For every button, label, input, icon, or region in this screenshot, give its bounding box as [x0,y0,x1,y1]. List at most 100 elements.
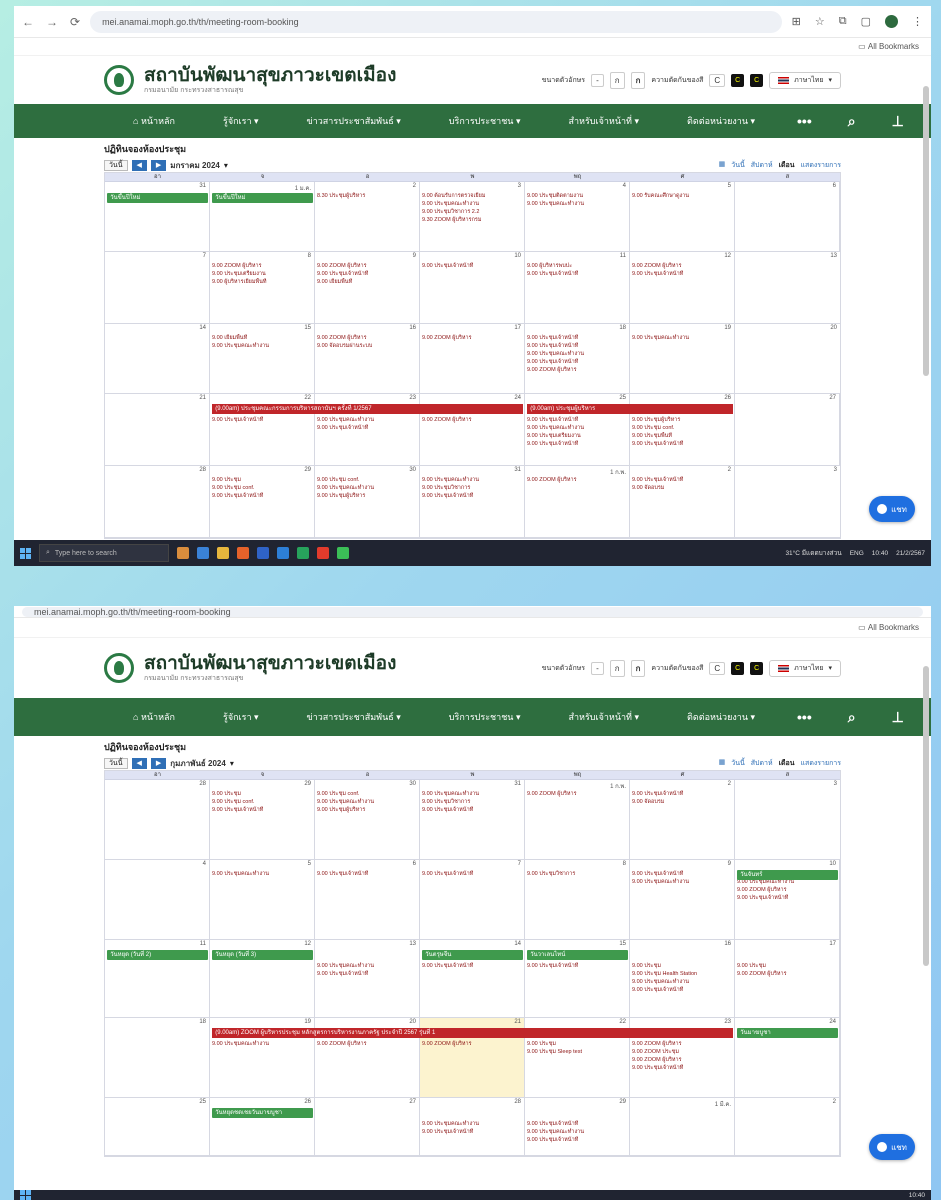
event-entry[interactable]: 9.00 ประชุม [212,790,312,798]
event-entry[interactable]: 9.00 ผู้บริหารพบปะ [527,262,627,270]
day-cell[interactable]: 5 9.00 ประชุมคณะทำงาน [210,860,315,939]
nav-staff[interactable]: สำหรับเจ้าหน้าที่ ▾ [544,114,663,128]
language-select[interactable]: ภาษาไทย ▾ [769,71,841,89]
day-cell[interactable]: 6 [735,182,840,251]
address-bar[interactable]: mei.anamai.moph.go.th/th/meeting-room-bo… [22,606,923,617]
holiday-band[interactable]: วันจันทร์ [737,870,838,880]
nav-news[interactable]: ข่าวสารประชาสัมพันธ์ ▾ [283,710,425,724]
contrast-dark-button[interactable]: C [731,73,745,87]
day-cell[interactable]: 14 [105,324,210,393]
event-entry[interactable]: 9.00 ประชุมคณะทำงาน [632,334,732,342]
event-entry[interactable]: 9.00 ประชุมวิชาการ 2.2 [422,208,522,216]
day-cell[interactable]: 7 [105,252,210,323]
event-entry[interactable]: 9.00 ประชุมวิชาการ [527,870,627,878]
page-scrollbar[interactable] [923,86,929,376]
all-bookmarks[interactable]: All Bookmarks [868,42,919,51]
chat-button[interactable]: แชท [869,496,915,522]
event-entry[interactable]: 9.00 ZOOM ผู้บริหาร [632,262,732,270]
nav-services[interactable]: บริการประชาชน ▾ [425,114,545,128]
view-week-tab[interactable]: สัปดาห์ [751,160,773,171]
event-entry[interactable]: 9.00 ประชุม [527,1040,627,1048]
month-label[interactable]: กุมภาพันธ์ 2024 [170,757,226,770]
day-cell[interactable]: 29 9.00 ประชุมเจ้าหน้าที่ 9.00 ประชุมคณะทำ… [525,1098,630,1155]
input-language[interactable]: ENG [850,550,864,557]
windows-start-icon[interactable] [20,547,31,559]
word-icon[interactable] [277,547,289,559]
day-cell[interactable]: 9 9.00 ประชุมเจ้าหน้าที่ 9.00 ประชุมคณะทำง… [630,860,735,939]
event-entry[interactable]: 9.00 จัดอบรม [632,798,732,806]
event-entry[interactable]: 9.00 ประชุมวิชาการ [422,484,522,492]
day-cell[interactable]: 21 [105,394,210,465]
view-day-tab[interactable]: วันนี้ [731,758,745,769]
event-entry[interactable]: 9.00 ZOOM ผู้บริหาร [737,970,837,978]
day-cell[interactable]: 4 [105,860,210,939]
nav-services[interactable]: บริการประชาชน ▾ [425,710,545,724]
font-large-button[interactable]: ก [630,71,646,89]
day-cell[interactable]: 2 9.00 ประชุมเจ้าหน้าที่ 9.00 จัดอบรม [630,466,735,537]
view-week-tab[interactable]: สัปดาห์ [751,758,773,769]
event-entry[interactable]: 9.00 ประชุม conf. [212,798,312,806]
day-cell[interactable]: 27 [315,1098,420,1155]
event-entry[interactable]: 9.00 ประชุมคณะทำงาน [527,200,627,208]
event-entry[interactable]: 9.00 ประชุมเจ้าหน้าที่ [212,416,312,424]
language-select[interactable]: ภาษาไทย ▾ [769,659,841,677]
font-normal-button[interactable]: ก [609,659,625,677]
day-cell[interactable]: 7 9.00 ประชุมเจ้าหน้าที่ [420,860,525,939]
day-cell[interactable]: 28 9.00 ประชุมคณะทำงาน 9.00 ประชุมเจ้าหน้า… [420,1098,525,1155]
event-entry[interactable]: 9.00 รับคณะศึกษาดูงาน [632,192,732,200]
view-list-tab[interactable]: แสดงรายการ [801,758,841,769]
event-entry[interactable]: 9.00 ประชุม [212,476,312,484]
nav-staff[interactable]: สำหรับเจ้าหน้าที่ ▾ [544,710,663,724]
event-entry[interactable]: 9.00 ประชุม conf. [212,484,312,492]
event-entry[interactable]: 9.00 ประชุมวิชาการ [422,798,522,806]
event-entry[interactable]: 9.00 ประชุมพื้นที่ [632,432,732,440]
view-month-tab[interactable]: เดือน [779,758,795,769]
event-entry[interactable]: 9.00 ประชุมเจ้าหน้าที่ [632,440,732,448]
event-entry[interactable]: 9.00 ประชุมคณะทำงาน [212,1040,312,1048]
day-cell[interactable]: 30 9.00 ประชุม conf. 9.00 ประชุมคณะทำงาน 9.… [315,466,420,537]
sitemap-icon[interactable]: ⊥ [874,709,922,726]
view-day-tab[interactable]: วันนี้ [731,160,745,171]
contrast-normal-button[interactable]: C [709,661,726,675]
event-entry[interactable]: 9.00 ประชุมผู้บริหาร [317,492,417,500]
day-cell[interactable]: 6 9.00 ประชุมเจ้าหน้าที่ [315,860,420,939]
event-entry[interactable]: 9.00 ประชุมเจ้าหน้าที่ [212,492,312,500]
next-month-button[interactable]: ▶ [150,159,167,171]
font-normal-button[interactable]: ก [609,71,625,89]
event-entry[interactable]: 9.00 ต้อนรับการตรวจเยี่ยม [422,192,522,200]
site-title[interactable]: สถาบันพัฒนาสุขภาวะเขตเมือง [144,653,396,673]
holiday-band[interactable]: วันหยุดชดเชยวันมาฆบูชา [212,1108,313,1118]
day-cell[interactable]: 28 [105,466,210,537]
event-entry[interactable]: 9.00 ประชุมผู้บริหาร [317,806,417,814]
menu-icon[interactable]: ⋮ [912,15,923,28]
event-entry[interactable]: 9.00 ประชุมคณะทำงาน [422,1120,522,1128]
font-small-button[interactable]: - [591,661,604,675]
multi-day-event[interactable]: (9.00am) ประชุมคณะกรรมการบริหารสถาบันฯ ค… [212,404,523,414]
event-entry[interactable]: 9.00 ZOOM ผู้บริหาร [527,366,627,374]
event-entry[interactable]: 9.00 ZOOM ประชุม [632,1048,732,1056]
day-cell[interactable]: 28 [105,780,210,859]
event-entry[interactable]: 9.00 ZOOM ผู้บริหาร [527,790,627,798]
tab-icon[interactable]: ▢ [861,15,871,28]
star-icon[interactable]: ☆ [815,15,825,28]
day-cell[interactable]: 3 9.00 ต้อนรับการตรวจเยี่ยม 9.00 ประชุมคณะ… [420,182,525,251]
holiday-band[interactable]: วันมาฆบูชา [737,1028,838,1038]
day-cell[interactable]: 12 9.00 ZOOM ผู้บริหาร 9.00 ประชุมเจ้าหน้า… [630,252,735,323]
event-entry[interactable]: 9.00 ประชุมเจ้าหน้าที่ [632,1064,732,1072]
chevron-down-icon[interactable]: ▾ [230,759,234,768]
day-cell[interactable]: 8 9.00 ZOOM ผู้บริหาร 9.00 ประชุมเตรียมงาน… [210,252,315,323]
event-entry[interactable]: 9.00 ประชุมคณะทำงาน [632,878,732,886]
firefox-icon[interactable] [237,547,249,559]
font-small-button[interactable]: - [591,73,604,87]
nav-news[interactable]: ข่าวสารประชาสัมพันธ์ ▾ [283,114,425,128]
app-icon[interactable] [177,547,189,559]
search-icon[interactable]: ⌕ [830,709,874,726]
event-entry[interactable]: 9.00 ZOOM ผู้บริหาร [317,262,417,270]
taskbar-search[interactable]: ⌕ Type here to search [39,544,169,562]
day-cell[interactable]: 2 [735,1098,840,1155]
event-entry[interactable]: 9.00 ประชุม conf. [317,476,417,484]
nav-about[interactable]: รู้จักเรา ▾ [199,114,283,128]
multi-day-event[interactable]: (9.00am) ZOOM ผู้บริหารประชุม หลักสูตรกา… [212,1028,733,1038]
extensions-icon[interactable]: ⧉ [839,15,847,28]
event-entry[interactable]: 9.00 ประชุม [737,962,837,970]
